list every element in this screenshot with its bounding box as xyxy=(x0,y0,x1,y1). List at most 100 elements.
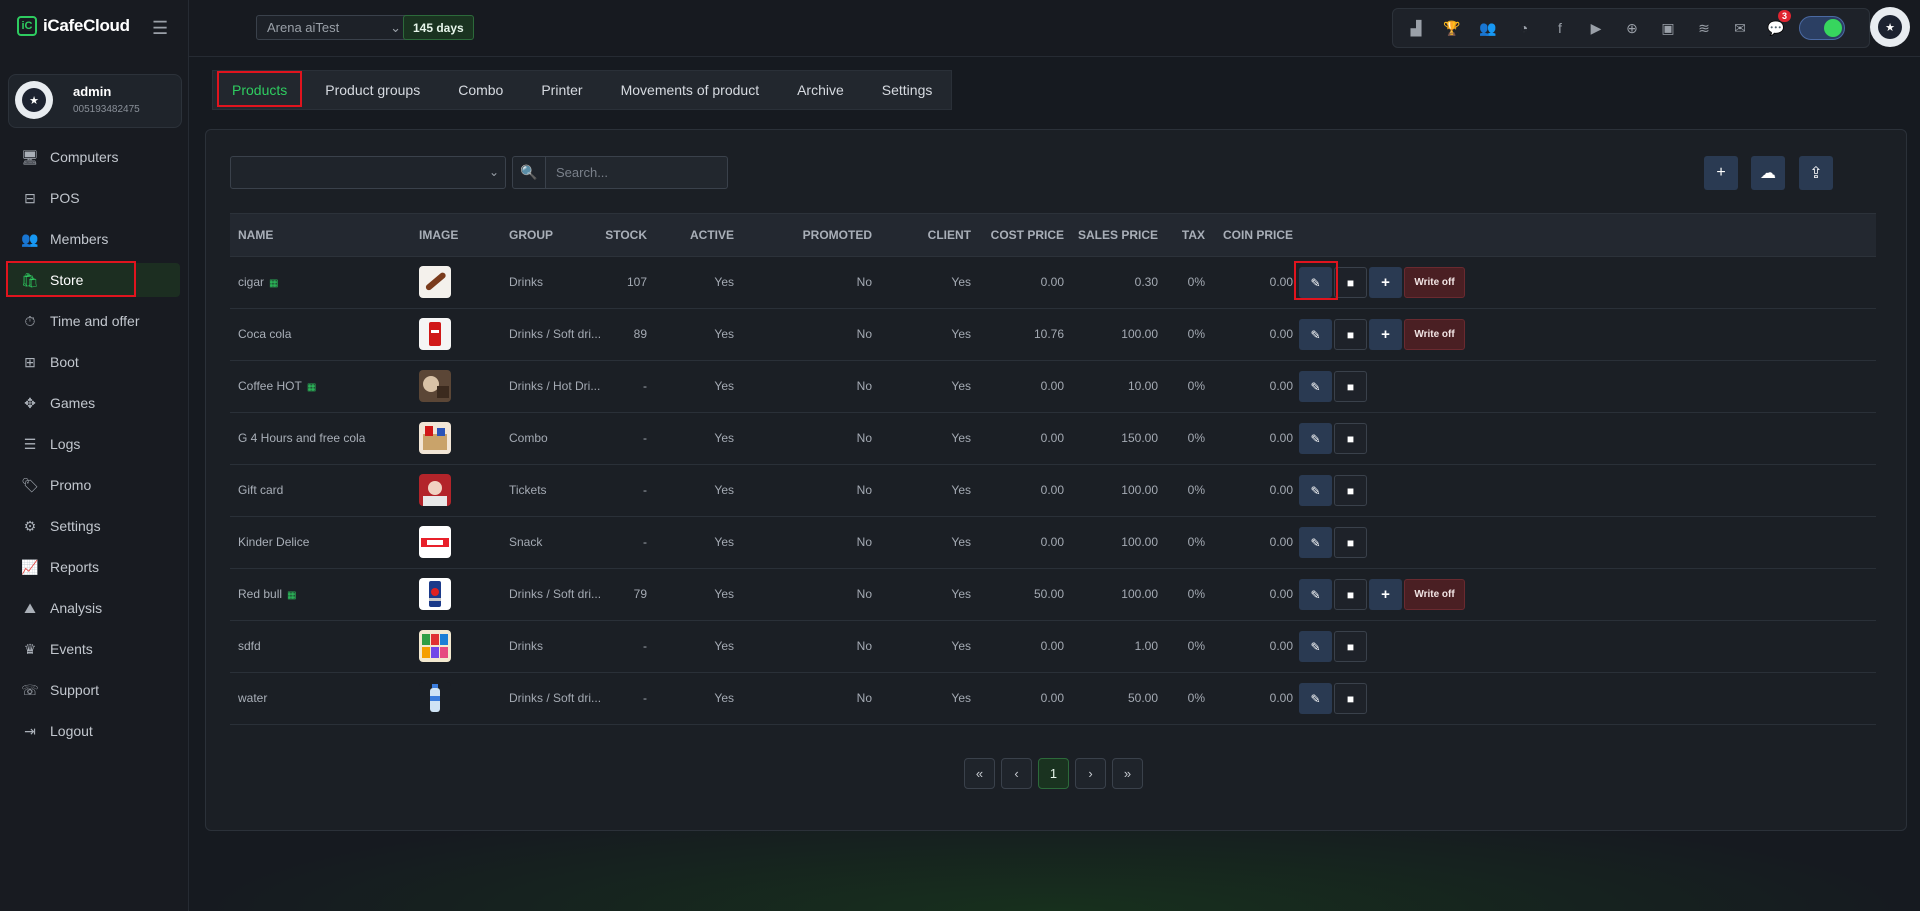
tab-product-groups[interactable]: Product groups xyxy=(306,71,439,109)
stats-icon[interactable]: ▟ xyxy=(1403,20,1429,37)
cell-active: Yes xyxy=(714,691,734,705)
handshake-icon[interactable]: ≋ xyxy=(1691,20,1717,37)
sidebar-item-time-and-offer[interactable]: ⏱ Time and offer xyxy=(8,304,180,338)
next-page-button[interactable]: › xyxy=(1075,758,1106,789)
sidebar-item-boot[interactable]: ⊞ Boot xyxy=(8,345,180,379)
delete-button[interactable]: ■ xyxy=(1334,267,1367,298)
sidebar-item-games[interactable]: ✥ Games xyxy=(8,386,180,420)
edit-button[interactable]: ✎ xyxy=(1299,319,1332,350)
cell-coin-text: 0.00 xyxy=(1269,483,1293,497)
edit-button[interactable]: ✎ xyxy=(1294,261,1338,300)
sidebar-item-label: Promo xyxy=(50,477,92,493)
icafe-icon[interactable]: ▣ xyxy=(1655,20,1681,37)
globe-icon[interactable]: ⊕ xyxy=(1619,20,1645,37)
arena-select[interactable]: Arena aiTest ⌄ xyxy=(256,15,412,40)
edit-button[interactable]: ✎ xyxy=(1299,683,1332,714)
write-off-button[interactable]: Write off xyxy=(1404,579,1465,610)
plus-icon: + xyxy=(1716,164,1726,181)
delete-button[interactable]: ■ xyxy=(1334,423,1367,454)
cell-coin-text: 0.00 xyxy=(1269,691,1293,705)
cell-sales: 10.00 xyxy=(1128,379,1158,393)
sidebar-item-events[interactable]: ♛ Events xyxy=(8,632,180,666)
prev-page-button[interactable]: ‹ xyxy=(1001,758,1032,789)
youtube-icon[interactable]: ▶ xyxy=(1583,20,1609,37)
chat-icon[interactable]: 💬 3 xyxy=(1763,9,1791,37)
brand[interactable]: iC iCafeCloud xyxy=(17,16,130,36)
edit-button[interactable]: ✎ xyxy=(1299,423,1332,454)
facebook-icon[interactable]: f xyxy=(1547,20,1573,36)
delete-button[interactable]: ■ xyxy=(1334,371,1367,402)
upload-button[interactable]: ⇪ xyxy=(1799,156,1833,190)
tab-archive[interactable]: Archive xyxy=(778,71,863,109)
page-1-button[interactable]: 1 xyxy=(1038,758,1069,789)
sidebar-item-logs[interactable]: ☰ Logs xyxy=(8,427,180,461)
trash-icon: ■ xyxy=(1346,327,1355,342)
sidebar-item-members[interactable]: 👥 Members xyxy=(8,222,180,256)
rss-icon[interactable]: ◔ xyxy=(1511,20,1537,36)
add-product-button[interactable]: + xyxy=(1704,156,1738,190)
write-off-button[interactable]: Write off xyxy=(1404,267,1465,298)
edit-button[interactable]: ✎ xyxy=(1299,631,1332,662)
search-input[interactable] xyxy=(546,156,728,189)
tab-settings[interactable]: Settings xyxy=(863,71,952,109)
edit-button[interactable]: ✎ xyxy=(1299,527,1332,558)
status-toggle[interactable] xyxy=(1799,16,1845,40)
cell-sales-text: 100.00 xyxy=(1121,587,1158,601)
cell-group-text: Drinks / Soft dri... xyxy=(509,327,602,341)
sidebar-item-logout[interactable]: ⇥ Logout xyxy=(8,714,180,748)
cell-client-text: Yes xyxy=(951,327,971,341)
user-card[interactable]: ★ admin 005193482475 xyxy=(8,74,182,128)
profile-avatar[interactable]: ★ xyxy=(1870,7,1910,47)
hamburger-menu-icon[interactable]: ☰ xyxy=(152,18,168,39)
add-stock-button[interactable]: + xyxy=(1369,579,1402,610)
sidebar-item-settings[interactable]: ⚙ Settings xyxy=(8,509,180,543)
download-button[interactable]: ☁ xyxy=(1751,156,1785,190)
first-page-button[interactable]: « xyxy=(964,758,995,789)
cell-name: G 4 Hours and free cola xyxy=(238,431,365,445)
group-filter-select[interactable]: ⌄ xyxy=(230,156,506,189)
edit-button[interactable]: ✎ xyxy=(1299,371,1332,402)
group-icon[interactable]: 👥 xyxy=(1475,20,1501,37)
mail-icon[interactable]: ✉ xyxy=(1727,20,1753,37)
cell-stock: - xyxy=(643,431,647,445)
delete-button[interactable]: ■ xyxy=(1334,631,1367,662)
sidebar-item-store[interactable]: 🛍 Store xyxy=(6,261,180,297)
search-button[interactable]: 🔍 xyxy=(512,156,546,189)
cell-active-text: Yes xyxy=(714,587,734,601)
add-stock-button[interactable]: + xyxy=(1369,267,1402,298)
cell-promoted-text: No xyxy=(856,431,872,445)
edit-button[interactable]: ✎ xyxy=(1299,475,1332,506)
cell-tax: 0% xyxy=(1188,275,1205,289)
edit-icon: ✎ xyxy=(1310,587,1321,602)
sidebar-item-support[interactable]: ☏ Support xyxy=(8,673,180,707)
sidebar-item-analysis[interactable]: ⛰ Analysis xyxy=(8,591,180,625)
tab-products[interactable]: Products xyxy=(213,71,306,109)
sidebar-item-promo[interactable]: 🏷 Promo xyxy=(8,468,180,502)
table-row: water Drinks / Soft dri... - Yes No Yes 0.00 50… xyxy=(230,673,1876,725)
add-stock-button[interactable]: + xyxy=(1369,319,1402,350)
last-page-button[interactable]: » xyxy=(1112,758,1143,789)
delete-button[interactable]: ■ xyxy=(1334,319,1367,350)
edit-button[interactable]: ✎ xyxy=(1299,579,1332,610)
tab-combo[interactable]: Combo xyxy=(439,71,522,109)
tab-printer[interactable]: Printer xyxy=(522,71,601,109)
delete-button[interactable]: ■ xyxy=(1334,683,1367,714)
delete-button[interactable]: ■ xyxy=(1334,475,1367,506)
product-image-kinder xyxy=(419,526,451,558)
table-row: G 4 Hours and free cola Combo - Yes No Yes 0.0… xyxy=(230,413,1876,465)
sidebar-item-computers[interactable]: 🖥 Computers xyxy=(8,140,180,174)
sidebar-item-reports[interactable]: 📈 Reports xyxy=(8,550,180,584)
sidebar-item-pos[interactable]: ⊟ POS xyxy=(8,181,180,215)
cell-cost: 0.00 xyxy=(1041,379,1064,393)
row-actions: ✎ ■ xyxy=(1299,371,1367,402)
write-off-button[interactable]: Write off xyxy=(1404,319,1465,350)
cell-stock: - xyxy=(643,639,647,653)
column-header-name: NAME xyxy=(238,228,274,242)
cell-promoted: No xyxy=(857,691,872,705)
trophy-icon[interactable]: 🏆 xyxy=(1439,20,1465,37)
product-image-cola xyxy=(419,318,451,350)
delete-button[interactable]: ■ xyxy=(1334,579,1367,610)
cell-promoted-text: No xyxy=(856,639,872,653)
tab-movements-of-product[interactable]: Movements of product xyxy=(602,71,779,109)
delete-button[interactable]: ■ xyxy=(1334,527,1367,558)
